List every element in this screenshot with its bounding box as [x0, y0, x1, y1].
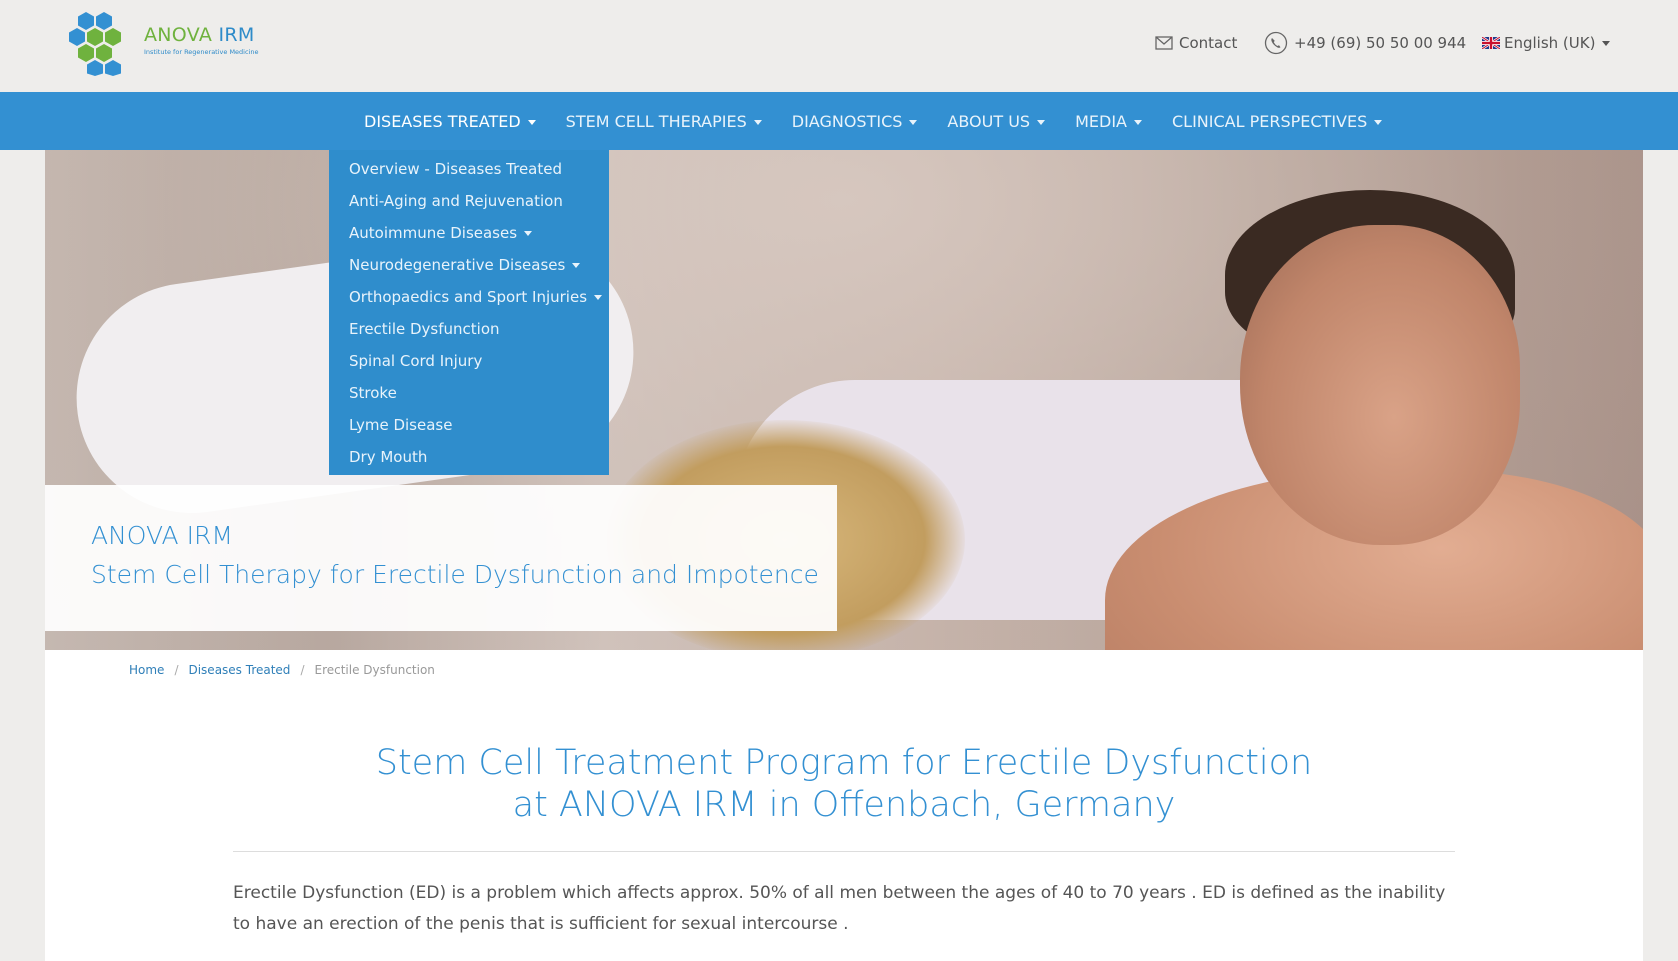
hero-photo-man-face: [1240, 225, 1520, 545]
breadcrumb-separator: /: [300, 663, 305, 677]
diseases-dropdown-menu: Overview - Diseases Treated Anti-Aging a…: [329, 150, 609, 475]
menu-item-label: Autoimmune Diseases: [349, 224, 518, 242]
menu-item-neurodegenerative[interactable]: Neurodegenerative Diseases: [329, 249, 609, 281]
top-bar: ANOVA IRM Institute for Regenerative Med…: [0, 0, 1678, 92]
menu-item-anti-aging[interactable]: Anti-Aging and Rejuvenation: [329, 185, 609, 217]
menu-item-label: Stroke: [349, 384, 397, 402]
language-selector[interactable]: English (UK): [1482, 28, 1611, 58]
hero-banner: ANOVA IRM Stem Cell Therapy for Erectile…: [45, 150, 1643, 650]
chevron-down-icon: [527, 119, 536, 125]
contact-link[interactable]: Contact: [1155, 28, 1237, 58]
hexagon-logo-icon: [69, 12, 121, 76]
menu-item-orthopaedics[interactable]: Orthopaedics and Sport Injuries: [329, 281, 609, 313]
menu-item-lyme-disease[interactable]: Lyme Disease: [329, 409, 609, 441]
nav-label: MEDIA: [1075, 111, 1127, 131]
menu-item-label: Dry Mouth: [349, 448, 428, 466]
breadcrumb-home[interactable]: Home: [129, 663, 164, 677]
menu-item-label: Lyme Disease: [349, 416, 453, 434]
menu-item-label: Overview - Diseases Treated: [349, 160, 562, 178]
nav-label: DIAGNOSTICS: [791, 111, 903, 131]
phone-number: +49 (69) 50 50 00 944: [1294, 34, 1467, 52]
menu-item-stroke[interactable]: Stroke: [329, 377, 609, 409]
language-label: English (UK): [1504, 34, 1596, 52]
nav-label: CLINICAL PERSPECTIVES: [1171, 111, 1368, 131]
hero-title: ANOVA IRM: [91, 521, 233, 550]
logo-wordmark: ANOVA IRM: [144, 24, 255, 46]
chevron-down-icon: [753, 119, 762, 125]
phone-link[interactable]: +49 (69) 50 50 00 944: [1264, 28, 1466, 58]
menu-item-erectile-dysfunction[interactable]: Erectile Dysfunction: [329, 313, 609, 345]
menu-item-label: Erectile Dysfunction: [349, 320, 500, 338]
chevron-down-icon: [1133, 119, 1142, 125]
phone-icon: [1264, 31, 1288, 55]
contact-label: Contact: [1179, 34, 1238, 52]
nav-stem-cell-therapies[interactable]: STEM CELL THERAPIES: [551, 112, 777, 131]
menu-item-label: Spinal Cord Injury: [349, 352, 483, 370]
main-nav: DISEASES TREATED STEM CELL THERAPIES DIA…: [0, 92, 1678, 150]
page-title: Stem Cell Treatment Program for Erectile…: [45, 742, 1643, 826]
menu-item-label: Orthopaedics and Sport Injuries: [349, 288, 588, 306]
breadcrumb-separator: /: [174, 663, 179, 677]
menu-item-autoimmune[interactable]: Autoimmune Diseases: [329, 217, 609, 249]
nav-label: ABOUT US: [947, 111, 1031, 131]
hero-subtitle: Stem Cell Therapy for Erectile Dysfuncti…: [91, 560, 819, 589]
chevron-down-icon: [1037, 119, 1046, 125]
logo-wordmark-anova: ANOVA: [144, 24, 213, 46]
nav-clinical-perspectives[interactable]: CLINICAL PERSPECTIVES: [1157, 112, 1397, 131]
nav-about-us[interactable]: ABOUT US: [932, 112, 1060, 131]
nav-media[interactable]: MEDIA: [1060, 112, 1157, 131]
menu-item-label: Anti-Aging and Rejuvenation: [349, 192, 563, 210]
breadcrumb-current: Erectile Dysfunction: [314, 663, 435, 677]
logo-tagline: Institute for Regenerative Medicine: [144, 48, 259, 56]
envelope-icon: [1155, 36, 1173, 50]
breadcrumb: Home / Diseases Treated / Erectile Dysfu…: [129, 663, 435, 677]
menu-item-overview[interactable]: Overview - Diseases Treated: [329, 153, 609, 185]
nav-diseases-treated[interactable]: DISEASES TREATED: [349, 112, 551, 131]
divider: [233, 851, 1455, 852]
nav-diagnostics[interactable]: DIAGNOSTICS: [777, 112, 933, 131]
chevron-down-icon: [594, 295, 603, 300]
chevron-down-icon: [1602, 40, 1611, 46]
menu-item-dry-mouth[interactable]: Dry Mouth: [329, 441, 609, 473]
menu-item-spinal-cord-injury[interactable]: Spinal Cord Injury: [329, 345, 609, 377]
page-title-line-2: at ANOVA IRM in Offenbach, Germany: [512, 785, 1176, 825]
chevron-down-icon: [572, 263, 581, 268]
hero-caption: ANOVA IRM Stem Cell Therapy for Erectile…: [45, 485, 837, 631]
nav-label: STEM CELL THERAPIES: [565, 111, 747, 131]
content-panel: Home / Diseases Treated / Erectile Dysfu…: [45, 650, 1643, 961]
chevron-down-icon: [909, 119, 918, 125]
page-title-line-1: Stem Cell Treatment Program for Erectile…: [375, 743, 1313, 783]
chevron-down-icon: [1374, 119, 1383, 125]
menu-item-label: Neurodegenerative Diseases: [349, 256, 566, 274]
breadcrumb-diseases-treated[interactable]: Diseases Treated: [188, 663, 290, 677]
uk-flag-icon: [1482, 37, 1500, 49]
intro-paragraph: Erectile Dysfunction (ED) is a problem w…: [233, 883, 1446, 934]
logo[interactable]: ANOVA IRM Institute for Regenerative Med…: [66, 10, 266, 76]
nav-label: DISEASES TREATED: [364, 111, 521, 131]
chevron-down-icon: [524, 231, 533, 236]
logo-wordmark-irm: IRM: [218, 24, 255, 46]
